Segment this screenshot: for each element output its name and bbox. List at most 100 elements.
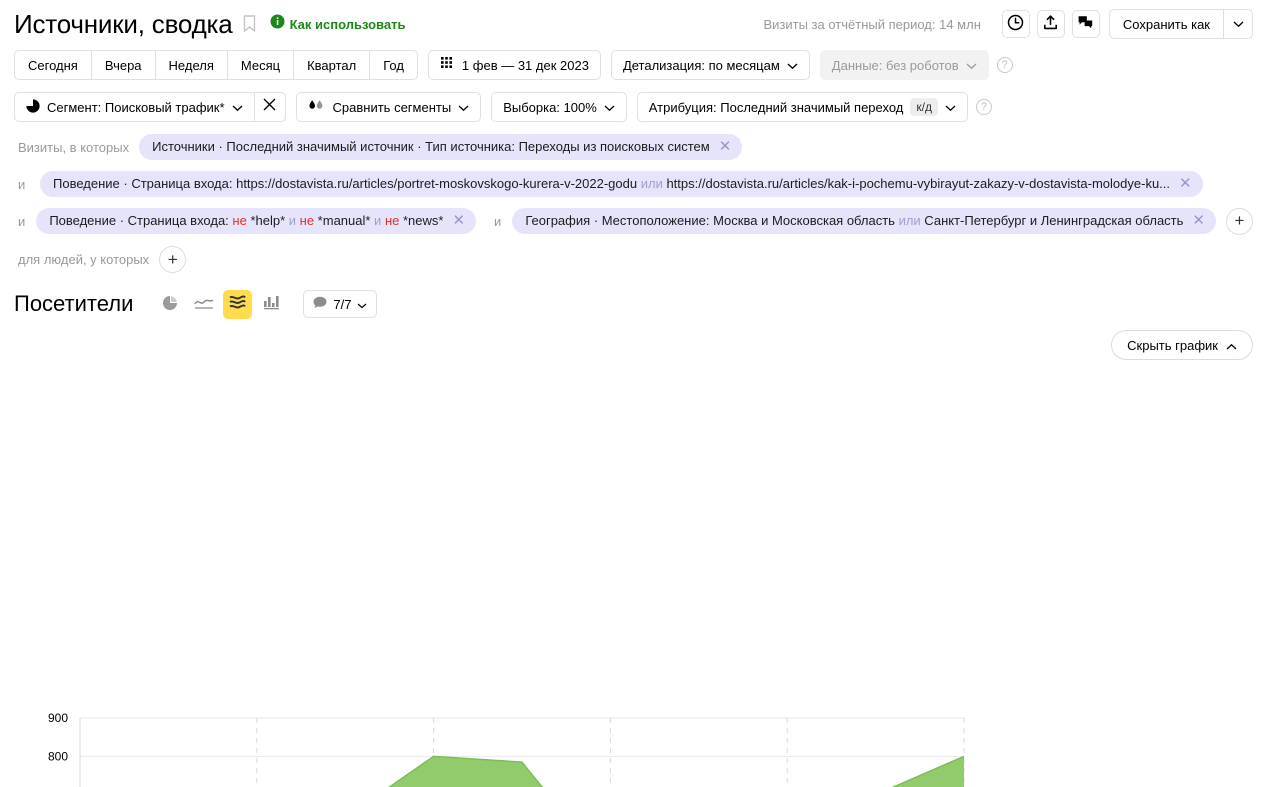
close-icon[interactable]: ✕ xyxy=(1192,213,1205,228)
page-title: Источники, сводка xyxy=(14,9,233,40)
filter-prefix-and: и xyxy=(18,177,30,192)
filter-prefix-visits: Визиты, в которых xyxy=(18,140,129,155)
save-as-dropdown[interactable] xyxy=(1223,9,1253,39)
y-axis-tick: 800 xyxy=(48,749,68,763)
y-axis-tick: 900 xyxy=(48,711,68,725)
pie-chart-icon xyxy=(26,99,40,116)
view-toggle-bar[interactable] xyxy=(257,290,286,319)
visitors-area-chart[interactable]: 0100200300400500600700800900Фев 23Апр 23… xyxy=(0,323,1267,743)
compare-segments-label: Сравнить сегменты xyxy=(333,100,452,115)
how-to-use-link[interactable]: Как использовать xyxy=(270,14,406,34)
sampling-label: Выборка: 100% xyxy=(503,100,597,115)
filter-prefix-people: для людей, у которых xyxy=(18,252,149,267)
feedback-button[interactable] xyxy=(1072,10,1100,38)
drops-icon xyxy=(308,99,326,116)
chart-svg[interactable]: 0100200300400500600700800900Фев 23Апр 23… xyxy=(0,695,1267,787)
close-icon[interactable]: ✕ xyxy=(719,139,732,154)
bar-chart-icon xyxy=(263,295,281,313)
close-icon xyxy=(263,98,276,116)
chevron-down-icon xyxy=(945,100,956,115)
filter-chip-text: География · Местоположение: Москва и Мос… xyxy=(525,213,1183,228)
metric-title: Посетители xyxy=(14,291,133,317)
plus-icon: + xyxy=(168,250,178,270)
segment-combo: Сегмент: Поисковый трафик* xyxy=(14,92,286,122)
period-quarter[interactable]: Квартал xyxy=(293,50,369,80)
chevron-down-icon xyxy=(1233,15,1244,33)
period-week[interactable]: Неделя xyxy=(155,50,227,80)
segment-select[interactable]: Сегмент: Поисковый трафик* xyxy=(14,92,254,122)
chart-comments-count: 7/7 xyxy=(333,297,351,312)
attribution-select[interactable]: Атрибуция: Последний значимый переход к/… xyxy=(637,92,968,122)
attribution-badge: к/д xyxy=(910,98,938,116)
period-month[interactable]: Месяц xyxy=(227,50,293,80)
plus-icon: + xyxy=(1235,211,1245,231)
filter-chip-source[interactable]: Источники · Последний значимый источник … xyxy=(139,134,742,160)
comment-bubble-icon xyxy=(313,296,327,312)
filter-chip-text: Источники · Последний значимый источник … xyxy=(152,139,710,154)
how-to-use-label: Как использовать xyxy=(290,17,406,32)
calendar-icon xyxy=(440,56,455,74)
period-toolbar: Сегодня Вчера Неделя Месяц Квартал Год 1… xyxy=(0,42,1267,82)
chevron-down-icon xyxy=(357,297,367,312)
chart-toolbar: Посетители 7/7 xyxy=(0,273,1267,323)
period-yesterday[interactable]: Вчера xyxy=(91,50,155,80)
add-people-filter-button[interactable]: + xyxy=(159,246,186,273)
attribution-help-icon[interactable]: ? xyxy=(976,99,992,115)
granularity-label: Детализация: по месяцам xyxy=(623,58,780,73)
filter-row-exclusions-geo: и Поведение · Страница входа: не *help* … xyxy=(18,206,1253,236)
data-filter-help-icon[interactable]: ? xyxy=(997,57,1013,73)
add-filter-button[interactable]: + xyxy=(1226,208,1253,235)
sampling-select[interactable]: Выборка: 100% xyxy=(491,92,627,122)
info-icon xyxy=(270,14,285,34)
date-range-label: 1 фев — 31 дек 2023 xyxy=(462,58,589,73)
quick-period-group: Сегодня Вчера Неделя Месяц Квартал Год xyxy=(14,50,418,80)
visits-summary: Визиты за отчётный период: 14 млн xyxy=(763,17,980,32)
compare-segments-button[interactable]: Сравнить сегменты xyxy=(296,92,482,122)
period-year[interactable]: Год xyxy=(369,50,418,80)
close-icon[interactable]: ✕ xyxy=(452,213,465,228)
line-chart-icon xyxy=(194,296,214,313)
save-as-group: Сохранить как xyxy=(1109,9,1253,39)
pie-chart-icon xyxy=(162,295,178,314)
filter-builder: Визиты, в которых Источники · Последний … xyxy=(0,124,1267,273)
segment-toolbar: Сегмент: Поисковый трафик* Сравнить сегм… xyxy=(0,82,1267,124)
filter-chip-excluded-paths[interactable]: Поведение · Страница входа: не *help* и … xyxy=(36,208,476,234)
filter-row-visits: Визиты, в которых Источники · Последний … xyxy=(18,132,1253,162)
history-button[interactable] xyxy=(1002,10,1030,38)
series-area xyxy=(80,756,964,787)
view-toggle-area[interactable] xyxy=(223,290,252,319)
attribution-label: Атрибуция: Последний значимый переход xyxy=(649,100,904,115)
chevron-down-icon xyxy=(604,100,615,115)
date-range-picker[interactable]: 1 фев — 31 дек 2023 xyxy=(428,50,601,80)
chevron-down-icon xyxy=(458,100,469,115)
save-as-button[interactable]: Сохранить как xyxy=(1109,9,1223,39)
filter-chip-text: Поведение · Страница входа: не *help* и … xyxy=(49,213,443,228)
view-toggle-line[interactable] xyxy=(189,290,218,319)
filter-prefix-and: и xyxy=(494,214,502,229)
view-toggle-pie[interactable] xyxy=(155,290,184,319)
period-today[interactable]: Сегодня xyxy=(14,50,91,80)
upload-icon xyxy=(1042,14,1059,34)
chevron-down-icon xyxy=(787,58,798,73)
filter-row-people: для людей, у которых + xyxy=(18,246,1253,273)
close-icon[interactable]: ✕ xyxy=(1179,176,1192,191)
page-header: Источники, сводка Как использовать Визит… xyxy=(0,0,1267,42)
filter-prefix-and: и xyxy=(18,214,26,229)
segment-clear-button[interactable] xyxy=(254,92,286,122)
filter-row-landing-urls: и Поведение · Страница входа: https://do… xyxy=(18,169,1253,199)
data-filter-label: Данные: без роботов xyxy=(832,58,959,73)
filter-chip-landing-pages[interactable]: Поведение · Страница входа: https://dost… xyxy=(40,171,1203,197)
area-chart-icon xyxy=(229,295,246,313)
chart-comments-button[interactable]: 7/7 xyxy=(303,290,377,318)
data-filter-select[interactable]: Данные: без роботов xyxy=(820,50,989,80)
clock-icon xyxy=(1007,14,1024,34)
segment-label: Сегмент: Поисковый трафик* xyxy=(47,100,225,115)
filter-chip-text: Поведение · Страница входа: https://dost… xyxy=(53,176,1170,191)
comments-icon xyxy=(1077,14,1094,34)
metrica-report-page: Источники, сводка Как использовать Визит… xyxy=(0,0,1267,787)
granularity-select[interactable]: Детализация: по месяцам xyxy=(611,50,810,80)
filter-chip-geography[interactable]: География · Местоположение: Москва и Мос… xyxy=(512,208,1216,234)
chevron-down-icon xyxy=(966,58,977,73)
export-button[interactable] xyxy=(1037,10,1065,38)
bookmark-icon[interactable] xyxy=(243,15,256,33)
